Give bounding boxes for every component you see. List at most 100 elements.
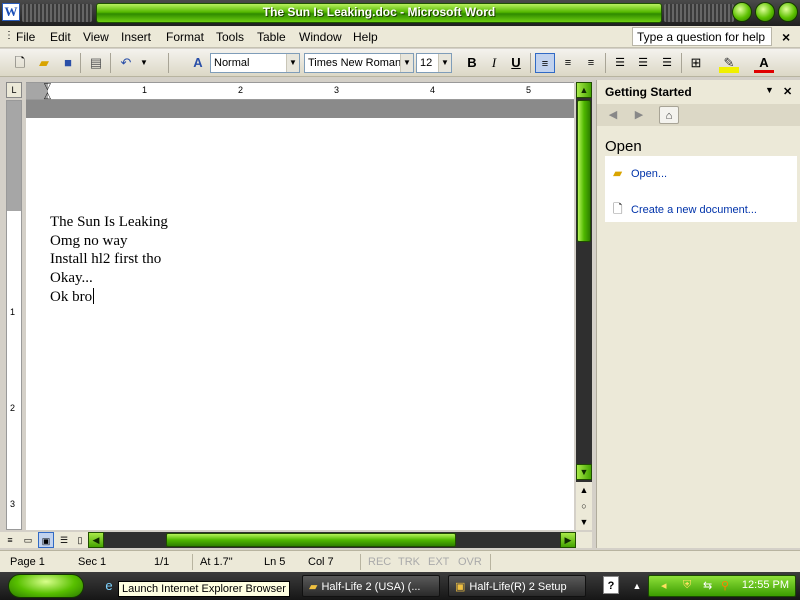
start-button[interactable] (8, 574, 84, 598)
security-shield-icon[interactable]: ⛨ (683, 579, 691, 592)
home-icon[interactable]: ⌂ (659, 106, 679, 124)
previous-page-icon[interactable]: ▲ (576, 482, 592, 498)
menu-file[interactable]: File (16, 30, 35, 44)
task-pane-menu-icon[interactable]: ▼ (765, 85, 774, 95)
vertical-scrollbar[interactable]: ▲ ▼ ▲ ○ ▼ (576, 82, 592, 530)
new-document-icon[interactable]: 🗋 (10, 53, 30, 73)
undo-dropdown-icon[interactable]: ▼ (134, 53, 154, 73)
create-new-document-link[interactable]: 🗋 Create a new document... (613, 200, 757, 221)
menu-view[interactable]: View (83, 30, 109, 44)
open-folder-icon[interactable]: ▰ (34, 53, 54, 73)
forward-icon[interactable]: ▶ (629, 106, 649, 124)
setup-icon: ▣ (455, 581, 466, 593)
maximize-button[interactable] (755, 2, 775, 22)
menu-tools[interactable]: Tools (216, 30, 244, 44)
scroll-right-icon[interactable]: ▶ (560, 532, 576, 548)
horizontal-scrollbar[interactable]: ◀ ▶ (88, 532, 576, 548)
search-icon[interactable]: ⚲ (721, 579, 729, 592)
taskbar-task[interactable]: ▣ Half-Life(R) 2 Setup (448, 575, 586, 597)
indent-icon[interactable]: ☰ (657, 53, 677, 73)
close-document-icon[interactable]: × (782, 29, 790, 45)
bullets-icon[interactable]: ☰ (633, 53, 653, 73)
menu-edit[interactable]: Edit (50, 30, 71, 44)
menu-window[interactable]: Window (299, 30, 342, 44)
style-select[interactable]: Normal ▼ (210, 53, 300, 73)
menu-insert[interactable]: Insert (121, 30, 151, 44)
close-window-button[interactable] (778, 2, 798, 22)
document-page[interactable]: The Sun Is Leaking Omg no way Install hl… (26, 118, 574, 530)
highlight-icon[interactable]: ✎ (719, 53, 739, 73)
menu-format[interactable]: Format (166, 30, 204, 44)
ruler-margin (7, 101, 21, 211)
new-document-icon: 🗋 (613, 202, 623, 216)
chevron-down-icon[interactable]: ▼ (286, 54, 299, 72)
font-size-select[interactable]: 12 ▼ (416, 53, 452, 73)
font-color-icon[interactable]: A (754, 53, 774, 73)
task-pane-close-icon[interactable]: ✕ (783, 85, 792, 98)
tab-selector-icon[interactable]: L (6, 82, 22, 98)
italic-button[interactable]: I (484, 53, 504, 73)
folder-icon: ▰ (309, 581, 318, 593)
chevron-down-icon[interactable]: ▼ (438, 54, 451, 72)
print-layout-icon[interactable]: ▣ (38, 532, 54, 548)
styles-formatting-icon[interactable]: A (188, 53, 208, 73)
align-right-button[interactable]: ≡ (581, 53, 601, 73)
document-line[interactable]: Omg no way (50, 233, 128, 250)
internet-explorer-icon[interactable]: e (100, 577, 118, 595)
numbering-icon[interactable]: ☰ (610, 53, 630, 73)
word-app-icon[interactable]: W (2, 3, 20, 21)
horizontal-scroll-thumb[interactable] (166, 533, 456, 547)
underline-button[interactable]: U (506, 53, 526, 73)
normal-view-icon[interactable]: ≡ (2, 532, 18, 548)
reading-layout-icon[interactable]: ▯ (72, 532, 88, 548)
undo-icon[interactable]: ↶ (116, 53, 136, 73)
tray-icon[interactable]: ◂ (661, 579, 667, 592)
toolbar-separator (681, 53, 682, 73)
status-ovr[interactable]: OVR (458, 556, 482, 568)
status-ext[interactable]: EXT (428, 556, 449, 568)
indent-marker-icon[interactable]: ▽ △ (44, 82, 54, 100)
align-left-button[interactable]: ≡ (535, 53, 555, 73)
scroll-up-icon[interactable]: ▲ (576, 82, 592, 98)
scroll-down-icon[interactable]: ▼ (576, 464, 592, 480)
back-icon[interactable]: ◀ (603, 106, 623, 124)
scroll-left-icon[interactable]: ◀ (88, 532, 104, 548)
toolbar-separator (605, 53, 606, 73)
ruler-number: 2 (10, 403, 16, 413)
select-browse-object-icon[interactable]: ○ (576, 498, 592, 514)
ruler-number: 1 (142, 85, 148, 95)
borders-icon[interactable]: ⊞ (686, 53, 706, 73)
status-page: Page 1 (10, 556, 45, 568)
text-cursor (93, 288, 95, 304)
document-line[interactable]: Okay... (50, 270, 93, 287)
status-rec[interactable]: REC (368, 556, 391, 568)
vertical-scroll-thumb[interactable] (577, 100, 591, 242)
open-link[interactable]: ▰ Open... (613, 166, 667, 180)
print-icon[interactable]: ▤ (86, 53, 106, 73)
chevron-down-icon[interactable]: ▼ (400, 54, 413, 72)
status-position: At 1.7" (200, 556, 233, 568)
vertical-ruler[interactable]: 1 2 3 (6, 100, 22, 530)
minimize-button[interactable] (732, 2, 752, 22)
menu-help[interactable]: Help (353, 30, 378, 44)
network-icon[interactable]: ⇆ (703, 579, 712, 592)
font-select[interactable]: Times New Roman ▼ (304, 53, 414, 73)
help-search-input[interactable]: Type a question for help (632, 27, 772, 46)
taskbar-task[interactable]: ▰ Half-Life 2 (USA) (... (302, 575, 440, 597)
document-line[interactable]: Install hl2 first tho (50, 251, 161, 268)
menu-table[interactable]: Table (257, 30, 286, 44)
task-pane-title: Getting Started (605, 85, 692, 99)
title-bar[interactable]: W The Sun Is Leaking.doc - Microsoft Wor… (0, 0, 800, 26)
bold-button[interactable]: B (462, 53, 482, 73)
horizontal-ruler[interactable]: ▽ △ 1 2 3 4 5 (26, 82, 574, 100)
document-line-current[interactable]: Ok bro (50, 288, 95, 306)
help-tray-icon[interactable]: ? (603, 576, 619, 594)
next-page-icon[interactable]: ▼ (576, 514, 592, 530)
outline-view-icon[interactable]: ☰ (56, 532, 72, 548)
status-trk[interactable]: TRK (398, 556, 420, 568)
web-layout-icon[interactable]: ▭ (20, 532, 36, 548)
save-icon[interactable]: ■ (58, 53, 78, 73)
document-line[interactable]: The Sun Is Leaking (50, 214, 168, 231)
taskbar-more-icon[interactable]: ▲ (628, 577, 646, 595)
align-center-button[interactable]: ≡ (558, 53, 578, 73)
